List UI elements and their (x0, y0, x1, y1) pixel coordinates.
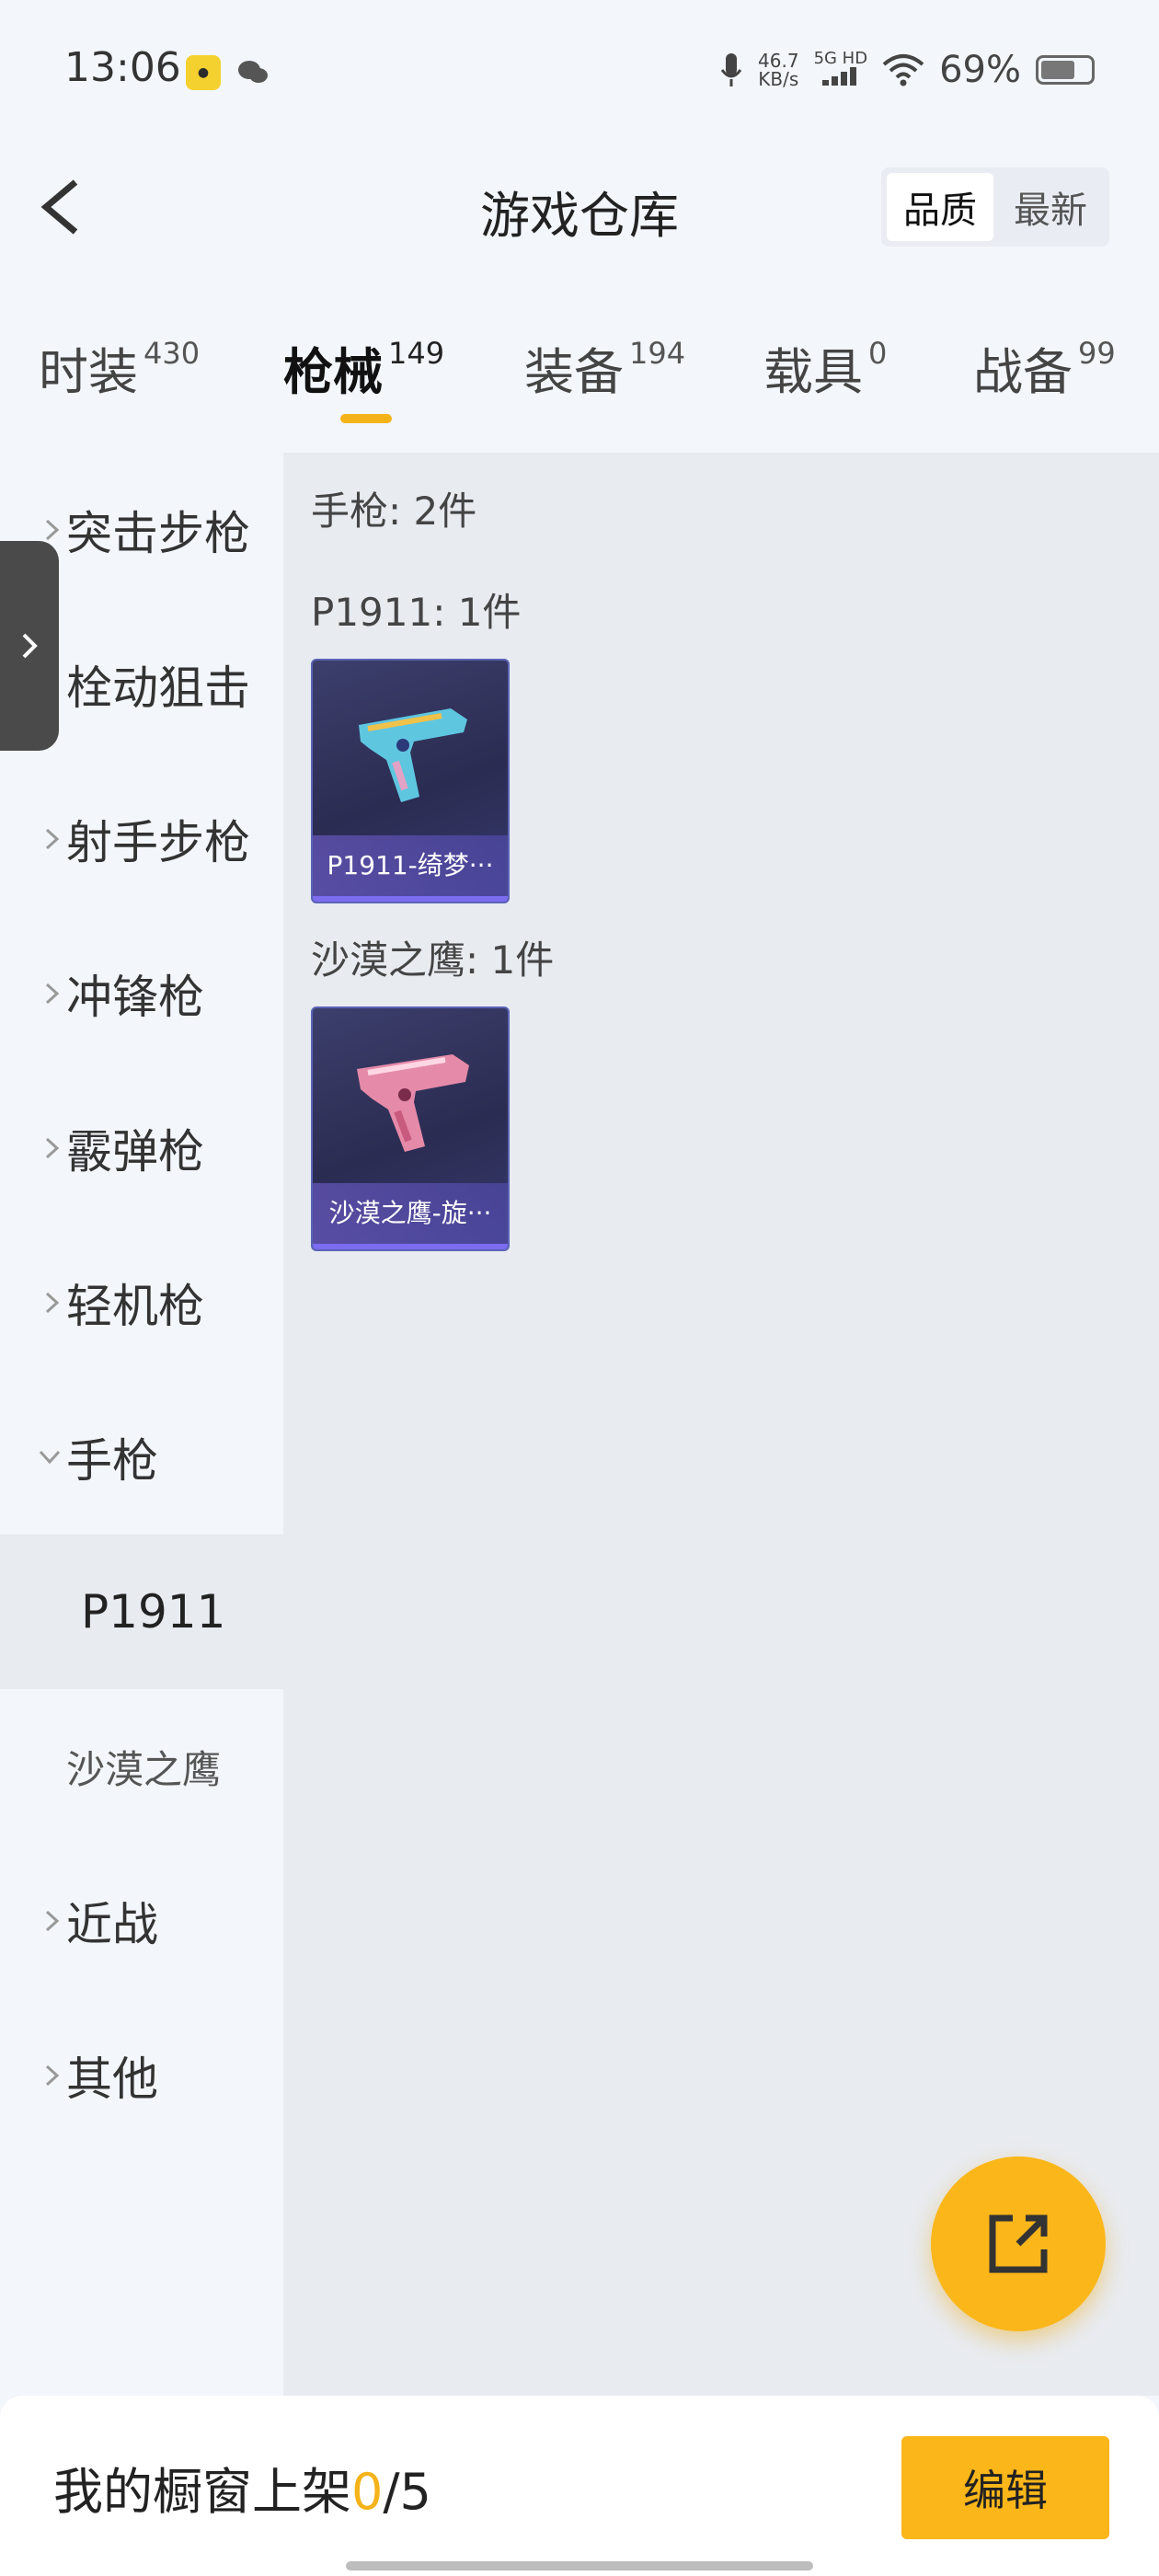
showcase-status: 我的橱窗上架0/5 (53, 2451, 431, 2524)
sort-by-quality[interactable]: 品质 (887, 173, 993, 241)
tab-label: 时装 (39, 343, 138, 401)
item-name: 沙漠之鹰-旋··· (313, 1183, 508, 1244)
showcase-count: 0 (351, 2463, 384, 2521)
chevron-right-icon (45, 1137, 60, 1159)
share-icon (989, 2214, 1048, 2273)
category-tabs: 时装 430 枪械 149 装备 194 载具 0 战备 99 (0, 331, 1159, 442)
sort-by-newest[interactable]: 最新 (997, 173, 1104, 241)
sort-toggle: 品质 最新 (881, 167, 1109, 247)
tab-vehicles[interactable]: 载具 0 (763, 331, 887, 432)
group-heading: P1911: 1件 (311, 590, 522, 635)
chevron-down-icon (39, 1450, 61, 1465)
tab-label: 载具 (763, 343, 863, 401)
tab-count: 149 (388, 336, 445, 371)
chevron-right-icon (45, 1910, 60, 1932)
sidebar-subitem-label: P1911 (81, 1585, 226, 1639)
home-indicator[interactable] (346, 2561, 813, 2570)
network-indicator: 5G HD (813, 49, 868, 89)
sidebar-item-label: 霰弹枪 (66, 1125, 204, 1179)
status-bar: 13:06 ● 46.7 KB/s 5G HD 69% (0, 0, 1159, 147)
category-summary: 手枪: 2件 (311, 489, 477, 534)
battery-icon (1036, 55, 1095, 85)
sidebar-item-pistol[interactable]: 手枪 (0, 1380, 283, 1535)
sidebar-item-marksman-rifle[interactable]: 射手步枪 (0, 762, 283, 916)
sidebar-item-melee[interactable]: 近战 (0, 1844, 283, 1998)
microphone-icon (720, 53, 742, 86)
tab-equipment[interactable]: 装备 194 (524, 331, 685, 432)
item-name: P1911-绮梦··· (313, 835, 508, 896)
pistol-skin-image (359, 708, 467, 802)
tab-count: 194 (629, 336, 686, 371)
battery-percent: 69% (939, 49, 1021, 91)
chevron-right-icon (45, 519, 60, 541)
sidebar-item-label: 栓动狙击 (66, 661, 250, 715)
chevron-right-icon (45, 828, 60, 850)
sidebar-item-label: 冲锋枪 (66, 971, 204, 1024)
net-speed-value: 46.7 (758, 50, 799, 72)
status-right: 46.7 KB/s 5G HD 69% (719, 48, 1095, 92)
wifi-icon (882, 54, 924, 86)
wechat-icon (238, 61, 268, 83)
chevron-right-icon (22, 633, 38, 659)
pistol-skin-image (357, 1054, 469, 1152)
net-speed: 46.7 KB/s (758, 52, 799, 88)
tab-fashion[interactable]: 时装 430 (39, 331, 200, 432)
sidebar-item-smg[interactable]: 冲锋枪 (0, 916, 283, 1071)
edit-button[interactable]: 编辑 (901, 2436, 1109, 2539)
tab-label: 战备 (973, 343, 1073, 401)
sidebar-subitem-label: 沙漠之鹰 (66, 1746, 222, 1792)
sidebar-item-label: 其他 (66, 2053, 158, 2106)
item-list-panel: 手枪: 2件 P1911: 1件 P1911-绮梦··· 沙漠之鹰: 1件 沙漠… (283, 453, 1159, 2396)
status-time: 13:06 (64, 44, 181, 91)
net-speed-unit: KB/s (758, 68, 799, 90)
sidebar-subitem-p1911[interactable]: P1911 (0, 1535, 283, 1689)
network-type: 5G HD (813, 49, 868, 68)
chevron-right-icon (45, 2064, 60, 2087)
tab-count: 0 (868, 336, 888, 371)
game-warehouse-page: 13:06 ● 46.7 KB/s 5G HD 69% 游戏仓库 品质 最新 时… (0, 0, 1159, 2576)
item-card[interactable]: 沙漠之鹰-旋··· (311, 1006, 510, 1251)
bottom-bar: 我的橱窗上架0/5 编辑 (0, 2396, 1159, 2576)
chevron-right-icon (45, 983, 60, 1005)
sidebar-item-label: 近战 (66, 1898, 158, 1951)
rarity-bar (313, 1244, 508, 1249)
item-card[interactable]: P1911-绮梦··· (311, 659, 510, 903)
floating-side-handle[interactable] (0, 541, 59, 751)
tab-label: 枪械 (283, 343, 383, 401)
rarity-bar (313, 896, 508, 902)
active-tab-indicator (340, 414, 392, 423)
group-heading: 沙漠之鹰: 1件 (311, 937, 555, 983)
sidebar-item-label: 突击步枪 (66, 507, 250, 560)
sidebar-item-label: 射手步枪 (66, 816, 250, 869)
sidebar-item-label: 轻机枪 (66, 1280, 204, 1333)
showcase-total: /5 (383, 2463, 431, 2521)
share-fab[interactable] (931, 2156, 1106, 2331)
sidebar-subitem-desert-eagle[interactable]: 沙漠之鹰 (0, 1689, 283, 1844)
sidebar-item-other[interactable]: 其他 (0, 1998, 283, 2153)
signal-icon (821, 67, 856, 86)
chevron-right-icon (45, 1292, 60, 1314)
showcase-label: 我的橱窗上架 (53, 2463, 351, 2521)
notification-app-icon: ● (186, 55, 221, 90)
tab-label: 装备 (524, 343, 624, 401)
tab-supplies[interactable]: 战备 99 (973, 331, 1116, 432)
tab-count: 99 (1078, 336, 1116, 371)
sidebar-item-shotgun[interactable]: 霰弹枪 (0, 1071, 283, 1225)
sidebar-item-lmg[interactable]: 轻机枪 (0, 1225, 283, 1380)
tab-count: 430 (143, 336, 201, 371)
sidebar-item-label: 手枪 (66, 1434, 158, 1488)
header: 游戏仓库 品质 最新 (0, 147, 1159, 267)
